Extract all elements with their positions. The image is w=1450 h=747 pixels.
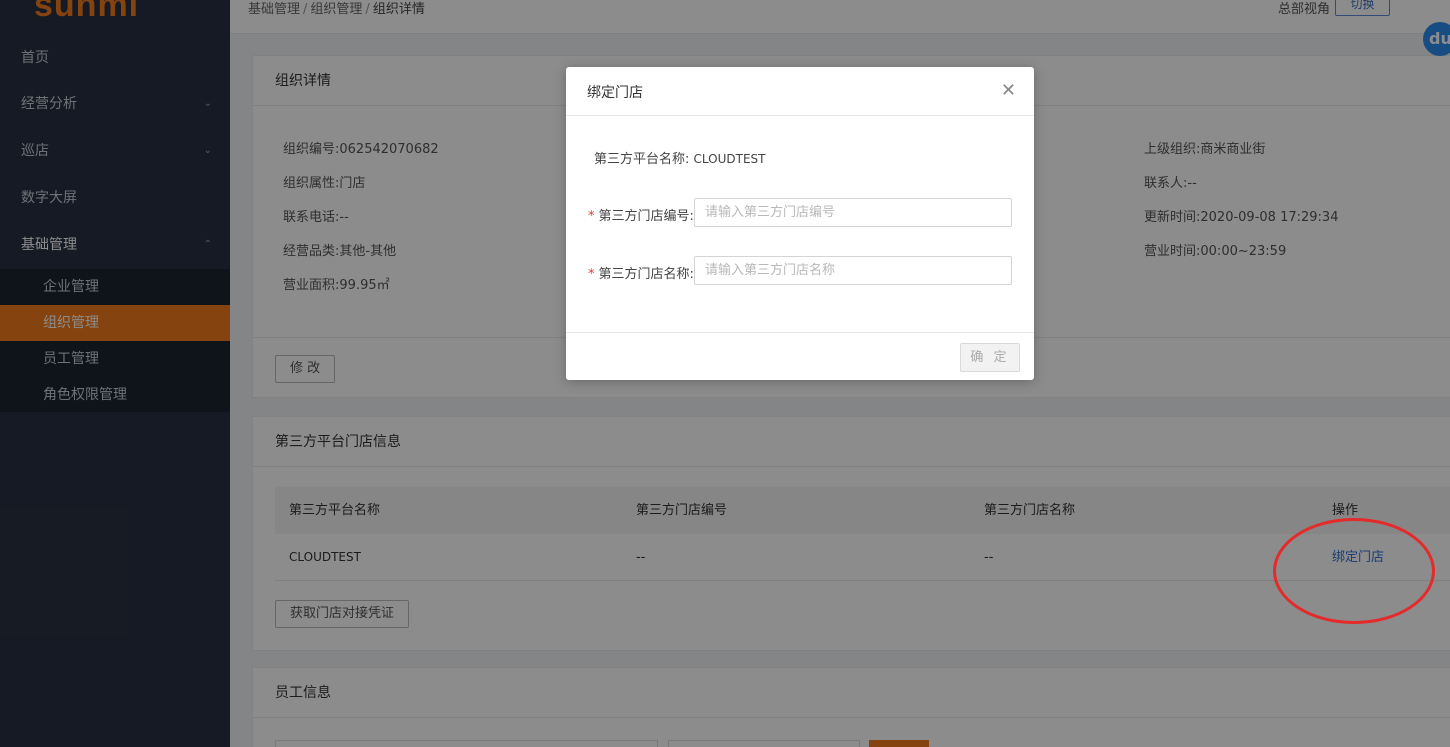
field-value: CLOUDTEST xyxy=(693,152,766,166)
dialog-footer: 确 定 xyxy=(566,332,1034,380)
required-mark: * xyxy=(588,209,595,224)
store-no-label: * 第三方门店编号: xyxy=(588,205,694,224)
bind-store-dialog: 绑定门店 ✕ 第三方平台名称: CLOUDTEST *第三方门店编号: *第三方… xyxy=(566,67,1034,380)
field-label: 第三方平台名称: xyxy=(594,152,690,167)
close-icon[interactable]: ✕ xyxy=(1001,81,1016,101)
required-mark: * xyxy=(588,267,595,282)
dialog-title: 绑定门店 xyxy=(587,85,643,101)
store-name-label: * 第三方门店名称: xyxy=(588,263,694,282)
store-name-input[interactable] xyxy=(694,256,1012,285)
platform-name-row: 第三方平台名称: CLOUDTEST xyxy=(594,148,766,167)
field-label: 第三方门店编号: xyxy=(598,209,694,224)
store-no-input[interactable] xyxy=(694,198,1012,227)
dialog-header: 绑定门店 ✕ xyxy=(566,67,1034,116)
field-label: 第三方门店名称: xyxy=(598,267,694,282)
confirm-button[interactable]: 确 定 xyxy=(960,343,1020,372)
